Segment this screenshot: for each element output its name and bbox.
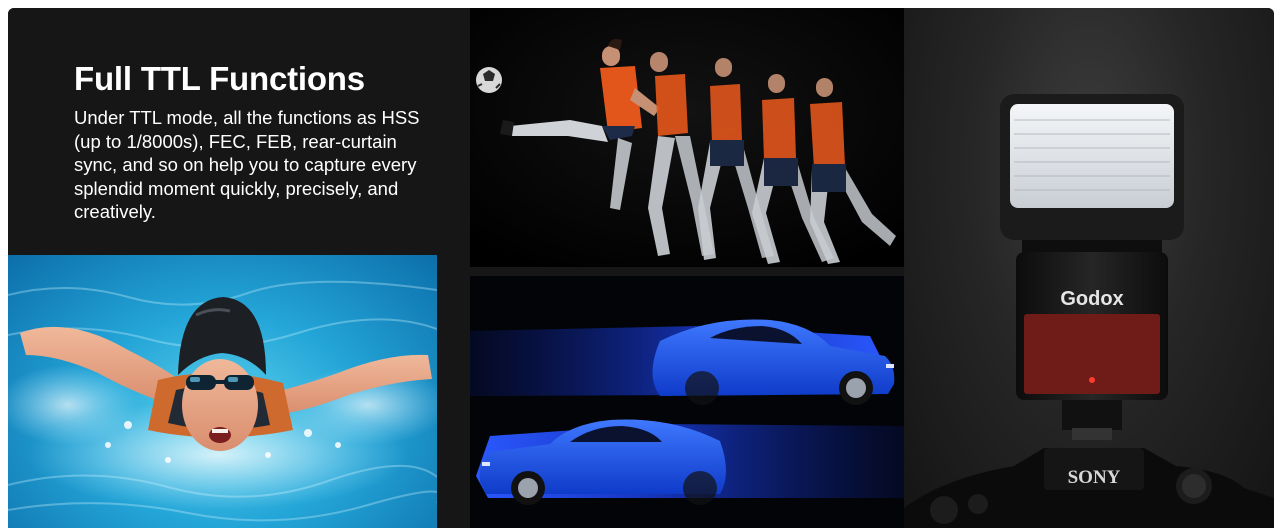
soccer-ball-icon	[476, 67, 502, 93]
soccer-illustration	[470, 8, 904, 267]
swimmer-photo	[8, 255, 437, 528]
swimmer-illustration	[8, 280, 437, 522]
text-panel: Full TTL Functions Under TTL mode, all t…	[8, 8, 470, 255]
soccer-player-photo	[470, 8, 904, 267]
flash-illustration: Godox SONY	[904, 94, 1274, 528]
car-illustration	[470, 276, 904, 528]
car-motion-photo	[470, 276, 904, 528]
flash-brand-label: Godox	[1060, 288, 1123, 310]
headline: Full TTL Functions	[74, 60, 365, 97]
flash-camera-photo: Godox SONY	[904, 8, 1274, 528]
description: Under TTL mode, all the functions as HSS…	[74, 107, 420, 222]
feature-banner: Full TTL Functions Under TTL mode, all t…	[8, 8, 1274, 528]
camera-brand-label: SONY	[1068, 467, 1121, 488]
